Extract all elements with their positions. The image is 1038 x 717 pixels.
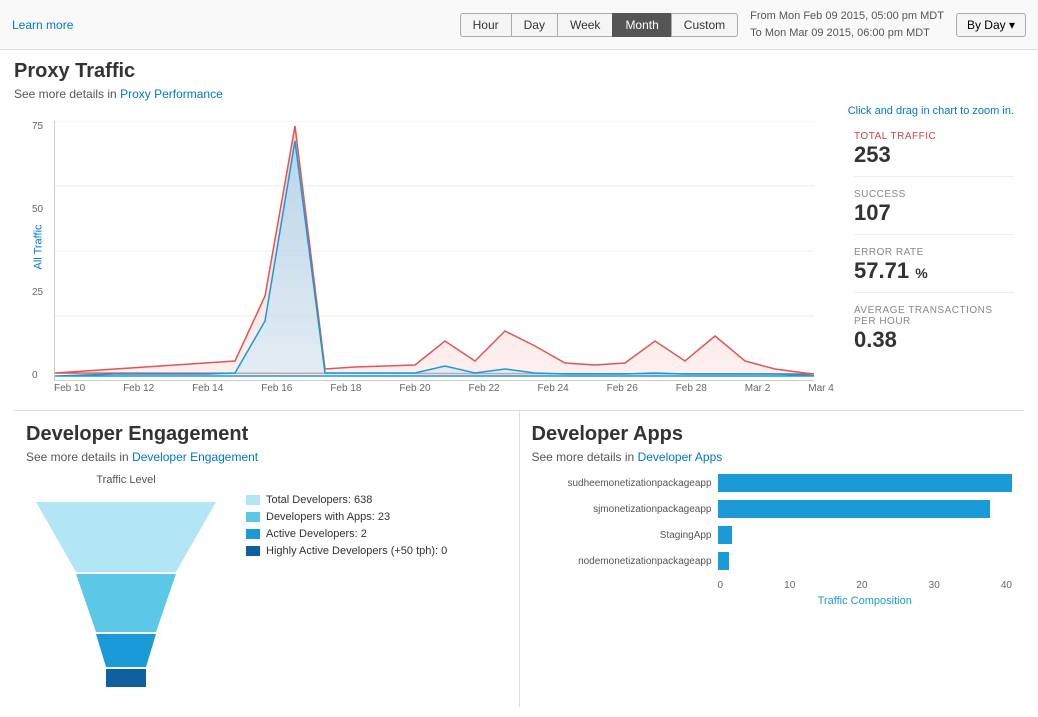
funnel-title: Traffic Level <box>26 474 226 486</box>
bar-fill-2 <box>718 526 733 544</box>
success-label: SUCCESS <box>854 189 1014 200</box>
week-button[interactable]: Week <box>557 13 612 37</box>
legend-color-highly-active <box>246 546 260 556</box>
legend-color-total <box>246 495 260 505</box>
zoom-hint: Click and drag in chart to zoom in. <box>14 105 1024 117</box>
funnel-svg <box>26 492 226 692</box>
bar-track-0 <box>718 474 1013 492</box>
legend-label-total: Total Developers: 638 <box>266 494 372 506</box>
legend-item-highly-active: Highly Active Developers (+50 tph): 0 <box>246 545 447 557</box>
time-button-group: Hour Day Week Month Custom <box>460 13 739 37</box>
bar-row-0: sudheemonetizationpackageapp <box>532 474 1013 492</box>
proxy-performance-link[interactable]: Proxy Performance <box>120 87 223 101</box>
error-rate-stat: ERROR RATE 57.71 % <box>854 247 1014 293</box>
bar-x-axis: 0 10 20 30 40 <box>718 578 1013 591</box>
legend-item-total: Total Developers: 638 <box>246 494 447 506</box>
funnel-legend: Total Developers: 638 Developers with Ap… <box>246 474 447 562</box>
bottom-sections: Developer Engagement See more details in… <box>14 410 1024 707</box>
dev-engagement-link[interactable]: Developer Engagement <box>132 450 258 464</box>
day-button[interactable]: Day <box>511 13 557 37</box>
bar-row-1: sjmonetizationpackageapp <box>532 500 1013 518</box>
bar-label-3: nodemonetizationpackageapp <box>532 556 712 567</box>
error-rate-value: 57.71 % <box>854 258 1014 284</box>
funnel-container: Traffic Level Total <box>26 474 507 695</box>
y-axis-labels: 75 50 25 0 <box>32 121 43 381</box>
bar-row-3: nodemonetizationpackageapp <box>532 552 1013 570</box>
bar-fill-3 <box>718 552 729 570</box>
traffic-chart-svg[interactable] <box>54 121 814 381</box>
total-traffic-label: TOTAL TRAFFIC <box>854 131 1014 142</box>
traffic-chart-container: All Traffic 75 50 25 0 <box>14 121 834 394</box>
legend-item-with-apps: Developers with Apps: 23 <box>246 511 447 523</box>
top-bar: Learn more Hour Day Week Month Custom Fr… <box>0 0 1038 50</box>
avg-tph-label: AVERAGE TRANSACTIONS PER HOUR <box>854 305 1014 327</box>
avg-tph-value: 0.38 <box>854 327 1014 353</box>
dev-apps-subtitle: See more details in Developer Apps <box>532 450 1013 464</box>
main-content: Proxy Traffic See more details in Proxy … <box>0 50 1038 717</box>
chart-wrapper: All Traffic 75 50 25 0 <box>54 121 834 381</box>
stats-panel: TOTAL TRAFFIC 253 SUCCESS 107 ERROR RATE… <box>844 121 1024 394</box>
dev-apps-title: Developer Apps <box>532 423 1013 446</box>
learn-more-link[interactable]: Learn more <box>12 18 73 32</box>
dev-engagement-title: Developer Engagement <box>26 423 507 446</box>
success-stat: SUCCESS 107 <box>854 189 1014 235</box>
legend-label-highly-active: Highly Active Developers (+50 tph): 0 <box>266 545 447 557</box>
bar-track-3 <box>718 552 1013 570</box>
avg-tph-stat: AVERAGE TRANSACTIONS PER HOUR 0.38 <box>854 305 1014 361</box>
bar-fill-0 <box>718 474 1013 492</box>
legend-item-active: Active Developers: 2 <box>246 528 447 540</box>
x-axis-labels: Feb 10 Feb 12 Feb 14 Feb 16 Feb 18 Feb 2… <box>54 381 834 394</box>
bar-label-2: StagingApp <box>532 530 712 541</box>
total-traffic-stat: TOTAL TRAFFIC 253 <box>854 131 1014 177</box>
dev-apps-link[interactable]: Developer Apps <box>638 450 723 464</box>
error-rate-label: ERROR RATE <box>854 247 1014 258</box>
bar-label-1: sjmonetizationpackageapp <box>532 504 712 515</box>
funnel-chart: Traffic Level <box>26 474 226 695</box>
bar-track-1 <box>718 500 1013 518</box>
proxy-traffic-title: Proxy Traffic <box>14 60 1024 83</box>
legend-color-with-apps <box>246 512 260 522</box>
month-button[interactable]: Month <box>612 13 670 37</box>
traffic-section: All Traffic 75 50 25 0 <box>14 121 1024 394</box>
legend-label-with-apps: Developers with Apps: 23 <box>266 511 390 523</box>
bar-fill-1 <box>718 500 990 518</box>
date-range: From Mon Feb 09 2015, 05:00 pm MDT To Mo… <box>750 8 944 41</box>
custom-button[interactable]: Custom <box>671 13 738 37</box>
bar-chart-container: sudheemonetizationpackageapp sjmonetizat… <box>532 474 1013 607</box>
hour-button[interactable]: Hour <box>460 13 511 37</box>
by-day-button[interactable]: By Day ▾ <box>956 13 1026 37</box>
proxy-traffic-subtitle: See more details in Proxy Performance <box>14 87 1024 101</box>
legend-label-active: Active Developers: 2 <box>266 528 367 540</box>
bar-row-2: StagingApp <box>532 526 1013 544</box>
bar-track-2 <box>718 526 1013 544</box>
bar-x-label: Traffic Composition <box>718 595 1013 607</box>
success-value: 107 <box>854 200 1014 226</box>
dev-engagement-subtitle: See more details in Developer Engagement <box>26 450 507 464</box>
bar-label-0: sudheemonetizationpackageapp <box>532 478 712 489</box>
developer-apps-section: Developer Apps See more details in Devel… <box>520 411 1025 707</box>
total-traffic-value: 253 <box>854 142 1014 168</box>
legend-color-active <box>246 529 260 539</box>
developer-engagement-section: Developer Engagement See more details in… <box>14 411 520 707</box>
